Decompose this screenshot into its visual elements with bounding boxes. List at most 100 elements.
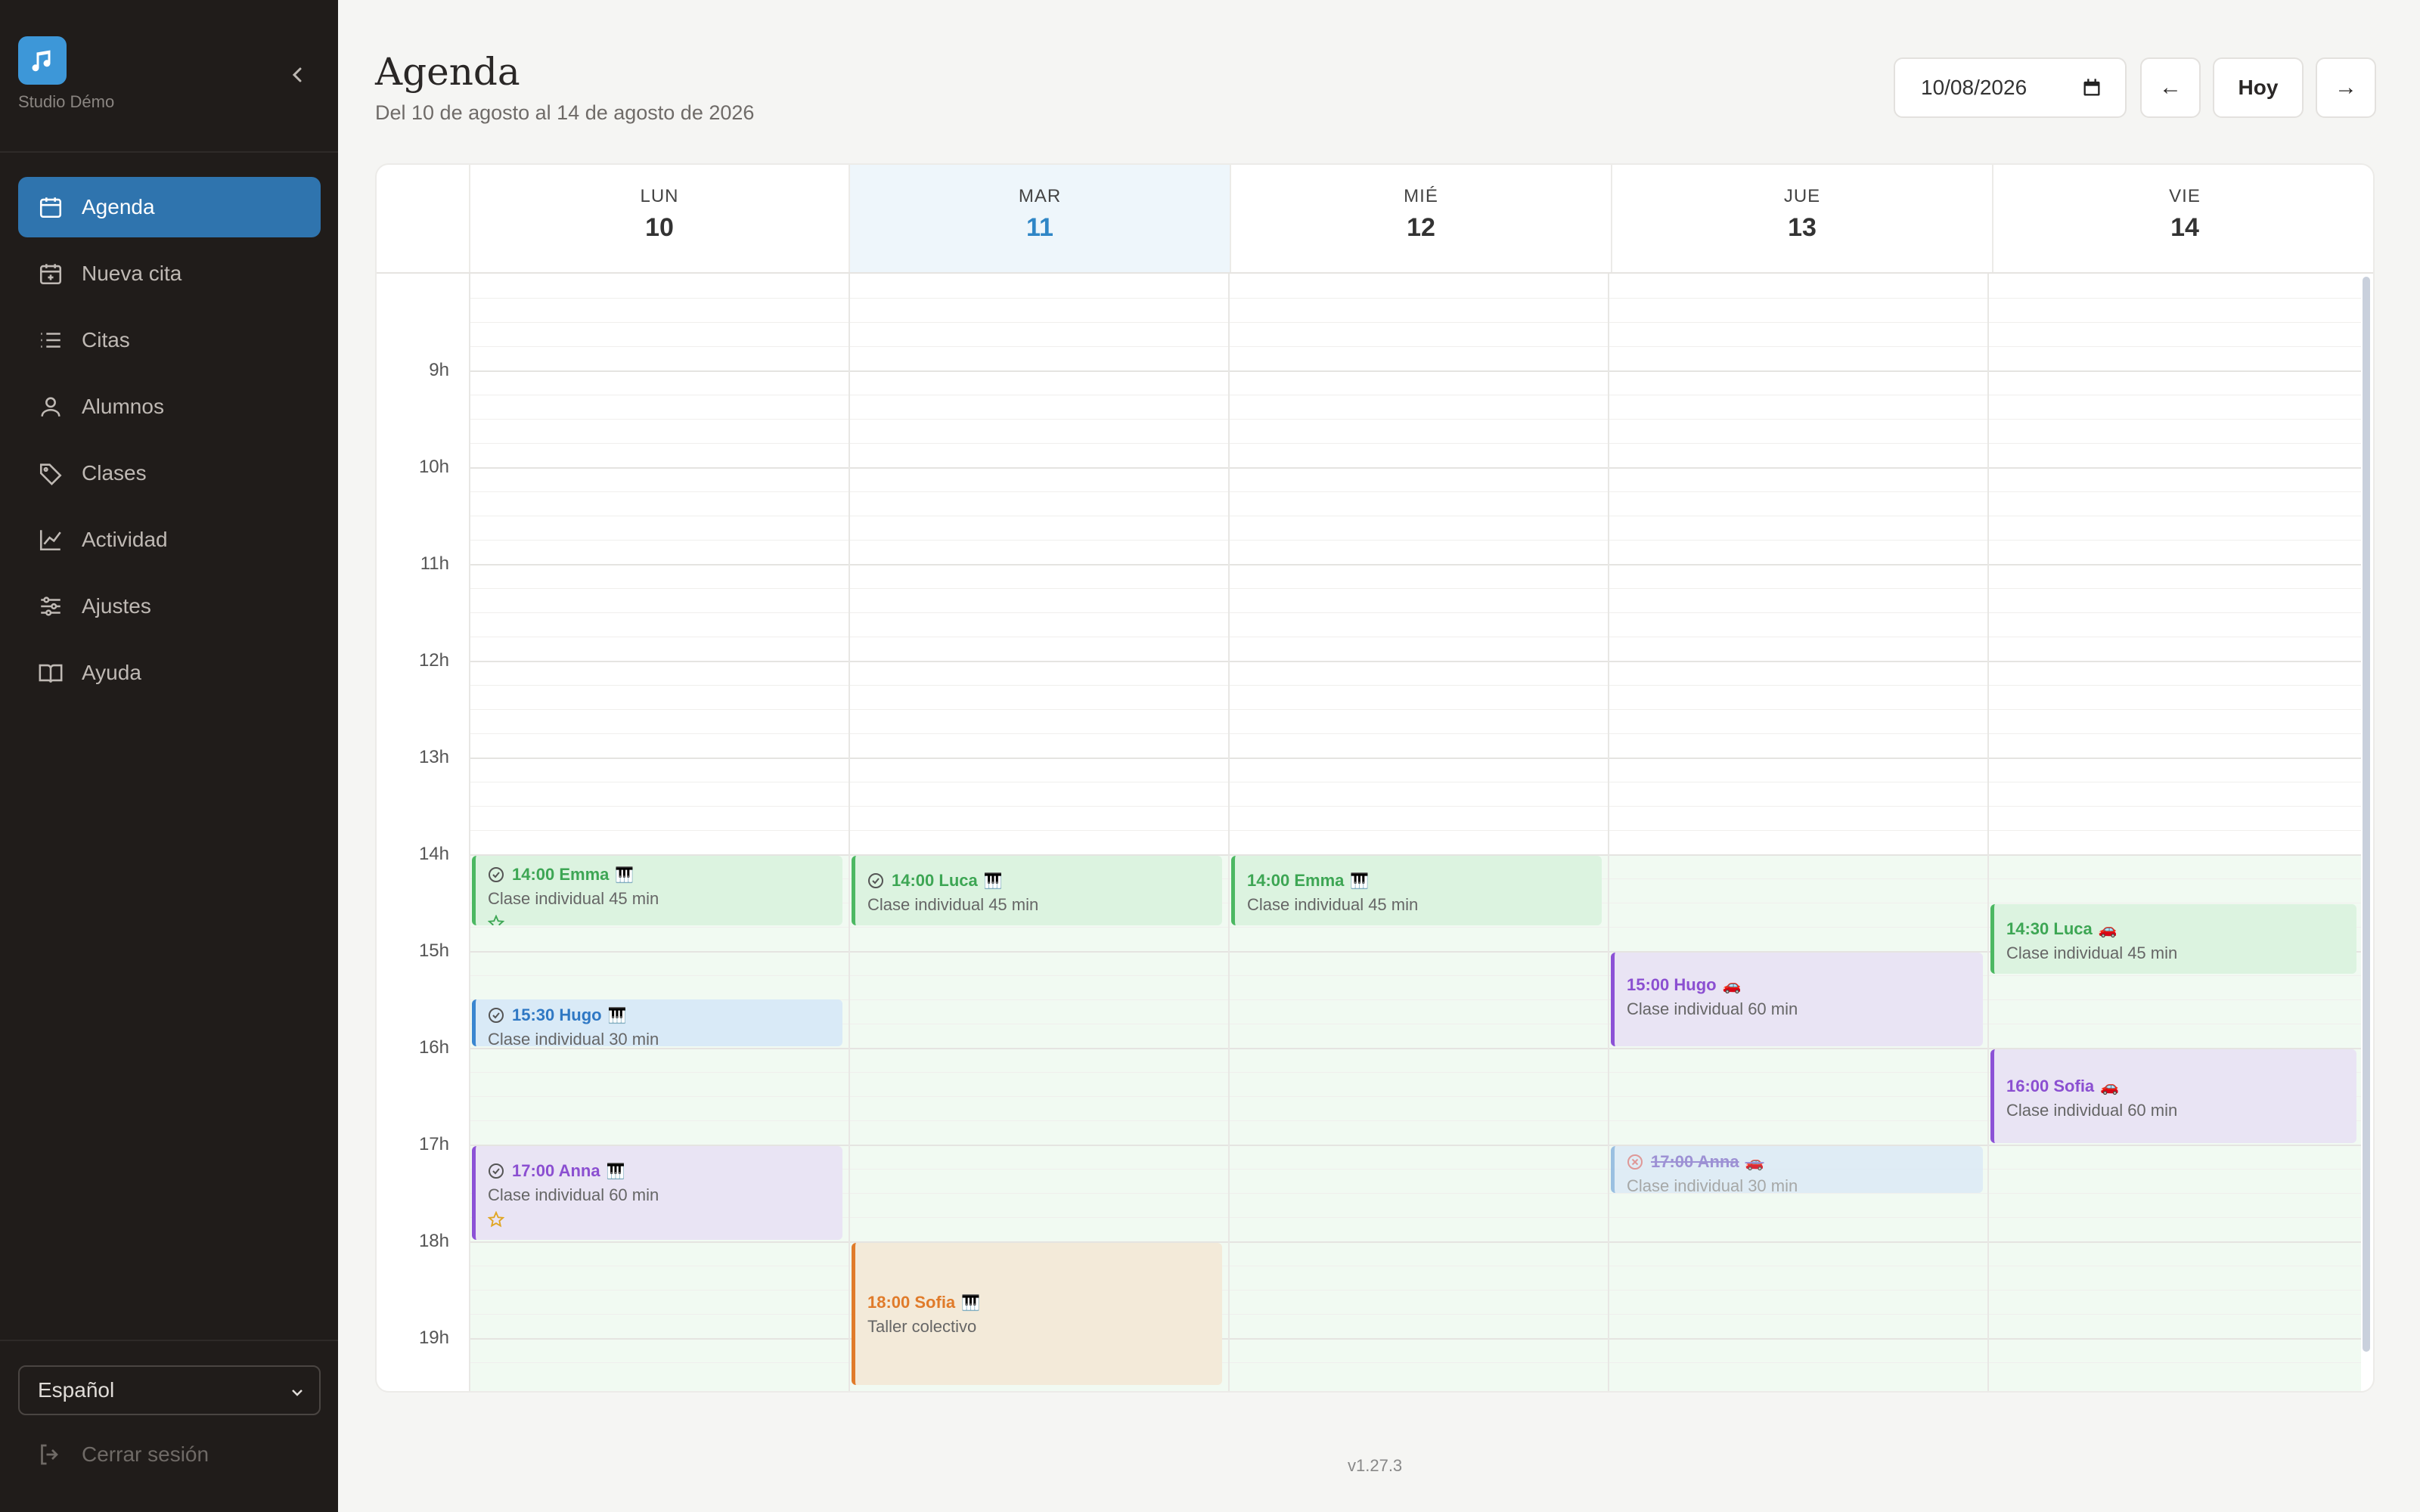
sidebar-item-citas[interactable]: Citas [18, 310, 321, 370]
day-header-tue: MAR 11 [849, 165, 1230, 272]
hour-label: 11h [420, 553, 449, 574]
next-week-button[interactable]: → [2316, 57, 2376, 118]
appointment-card[interactable]: 16:00 Sofia 🚗 Clase individual 60 min [1990, 1049, 2356, 1143]
sidebar-item-ajustes[interactable]: Ajustes [18, 576, 321, 637]
column-divider [1608, 274, 1609, 1391]
appointment-card[interactable]: 14:00 Emma 🎹 Clase individual 45 min [1231, 856, 1602, 925]
sidebar-item-agenda[interactable]: Agenda [18, 177, 321, 237]
hour-label: 12h [418, 650, 449, 671]
grid-line [469, 758, 2361, 759]
week-calendar: LUN 10 MAR 11 MIÉ 12 JUE 13 VIE 14 9h 10… [375, 163, 2375, 1393]
sidebar-item-label: Alumnos [82, 395, 164, 418]
calendar-picker-icon[interactable] [2081, 77, 2102, 98]
appointment-subtitle: Clase individual 45 min [1247, 895, 1419, 914]
sidebar-nav: Agenda Nueva cita Citas Alumnos Clases A… [18, 177, 321, 709]
grid-line [469, 661, 2361, 662]
appointment-title: 15:30 Hugo [512, 1005, 602, 1024]
studio-name: Studio Démo [18, 92, 115, 111]
sidebar-item-label: Nueva cita [82, 262, 182, 285]
date-picker-value: 10/08/2026 [1921, 76, 2028, 99]
grid-line [469, 830, 2361, 831]
appointment-card[interactable]: 14:00 Emma 🎹 Clase individual 45 min [472, 856, 842, 925]
column-divider [469, 274, 470, 1391]
day-header-wed: MIÉ 12 [1230, 165, 1611, 272]
grid-line [469, 709, 2361, 710]
appointment-card[interactable]: 18:00 Sofia 🎹 Taller colectivo [852, 1243, 1222, 1385]
sidebar-item-ayuda[interactable]: Ayuda [18, 643, 321, 703]
day-number: 14 [2170, 213, 2199, 242]
car-icon: 🚗 [1745, 1154, 1764, 1171]
collapse-sidebar-icon[interactable] [287, 62, 307, 88]
grid-line [469, 564, 2361, 565]
book-icon [38, 660, 64, 686]
piano-icon: 🎹 [606, 1163, 625, 1180]
page-title: Agenda [375, 50, 520, 94]
day-number: 11 [1026, 213, 1053, 242]
sidebar-item-clases[interactable]: Clases [18, 443, 321, 503]
calendar-plus-icon [38, 261, 64, 287]
appointment-title: 15:00 Hugo [1627, 975, 1717, 994]
previous-week-button[interactable]: ← [2140, 57, 2201, 118]
grid-line [469, 346, 2361, 347]
grid-line [469, 612, 2361, 613]
grid-line [469, 975, 2361, 976]
appointment-subtitle: Clase individual 45 min [488, 889, 659, 908]
cancelled-circle-icon [1627, 1154, 1643, 1170]
hour-label: 15h [418, 940, 449, 961]
logout-button[interactable]: Cerrar sesión [36, 1441, 209, 1468]
day-number: 13 [1788, 213, 1817, 242]
appointment-title: 14:00 Luca [892, 871, 978, 890]
appointment-title: 18:00 Sofia [867, 1293, 956, 1312]
day-name: LUN [640, 186, 679, 206]
date-picker-input[interactable]: 10/08/2026 [1894, 57, 2127, 118]
day-header-mon: LUN 10 [469, 165, 849, 272]
sidebar-item-alumnos[interactable]: Alumnos [18, 376, 321, 437]
check-circle-icon [488, 866, 504, 883]
sidebar-divider [0, 1340, 338, 1341]
car-icon: 🚗 [1722, 977, 1742, 994]
grid-line [469, 370, 2361, 372]
hour-label: 13h [418, 747, 449, 767]
appointment-card-cancelled[interactable]: 17:00 Anna 🚗 Clase individual 30 min [1611, 1146, 1983, 1193]
grid-line [469, 491, 2361, 492]
appointment-card[interactable]: 14:30 Luca 🚗 Clase individual 45 min [1990, 904, 2356, 974]
day-name: MAR [1018, 186, 1062, 206]
sidebar-item-nueva-cita[interactable]: Nueva cita [18, 243, 321, 304]
column-divider [1228, 274, 1230, 1391]
star-icon [487, 1210, 505, 1228]
car-icon: 🚗 [2098, 921, 2118, 938]
appointment-card[interactable]: 17:00 Anna 🎹 Clase individual 60 min [472, 1146, 842, 1240]
appointment-card[interactable]: 15:00 Hugo 🚗 Clase individual 60 min [1611, 953, 1983, 1046]
app-version: v1.27.3 [1348, 1456, 1403, 1475]
sidebar-item-label: Agenda [82, 195, 155, 218]
sidebar-item-actividad[interactable]: Actividad [18, 510, 321, 570]
hour-label: 10h [418, 457, 449, 477]
grid-line [469, 588, 2361, 589]
appointment-card[interactable]: 15:30 Hugo 🎹 Clase individual 30 min [472, 999, 842, 1046]
grid-line [469, 806, 2361, 807]
logout-icon [36, 1441, 64, 1468]
calendar-scrollbar[interactable] [2363, 277, 2370, 1352]
check-circle-icon [488, 1007, 504, 1024]
check-circle-icon [488, 1163, 504, 1179]
hour-label: 19h [418, 1328, 449, 1348]
appointment-card[interactable]: 14:00 Luca 🎹 Clase individual 45 min [852, 856, 1222, 925]
piano-icon: 🎹 [607, 1007, 627, 1024]
today-button[interactable]: Hoy [2213, 57, 2304, 118]
grid-line [469, 685, 2361, 686]
column-divider [849, 274, 850, 1391]
date-range-subtitle: Del 10 de agosto al 14 de agosto de 2026 [375, 101, 755, 124]
header-divider [377, 272, 2373, 274]
day-number: 10 [645, 213, 674, 242]
appointment-subtitle: Clase individual 45 min [2006, 943, 2178, 962]
list-icon [38, 327, 64, 353]
day-header-fri: VIE 14 [1992, 165, 2373, 272]
appointment-subtitle: Clase individual 60 min [1627, 999, 1798, 1018]
appointment-subtitle: Clase individual 60 min [488, 1185, 659, 1204]
sidebar-item-label: Actividad [82, 528, 168, 551]
appointment-title: 17:00 Anna [512, 1161, 600, 1180]
appointment-title: 14:00 Emma [512, 865, 610, 884]
tag-icon [38, 460, 64, 486]
grid-line [469, 467, 2361, 469]
language-select[interactable]: Español [18, 1365, 321, 1415]
